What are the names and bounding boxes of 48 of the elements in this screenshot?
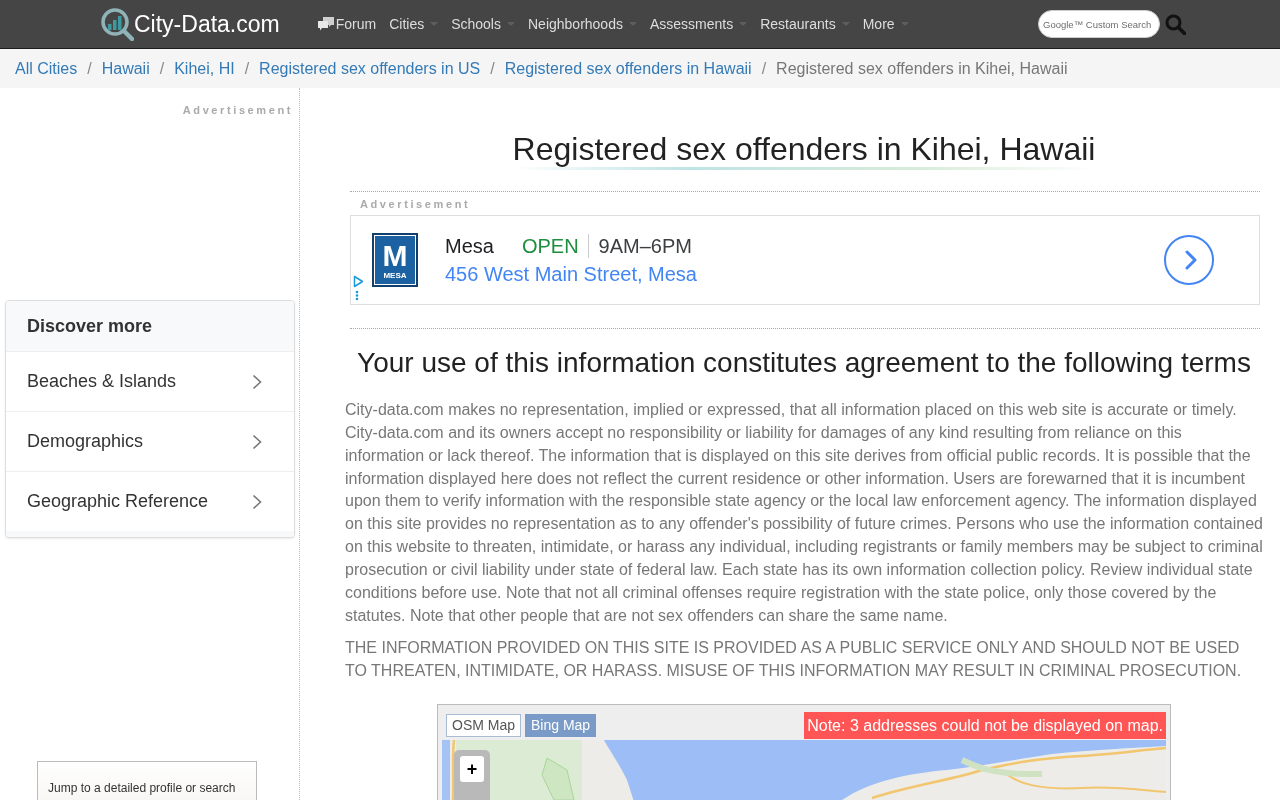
nav-link[interactable]: More [862,14,909,34]
breadcrumb-link[interactable]: All Cities [15,59,78,78]
nav-link[interactable]: Restaurants [760,14,850,34]
ad-choices-icon[interactable] [353,275,363,301]
terms-paragraph: City-data.com makes no representation, implied or expressed, that all information placed on this web site is accurate or timely. City-data.com and its owners accept no responsibility or liability for damages of any kind resulting from reliance on this information or lack thereof. The information that is displayed on this site derives from official public records. It is possible that the information displayed here does not reflect the current residence or other information. Users are forewarned that it is incumbent upon them to verify information with the responsible state agency or the local law enforcement agency. The information displayed on this site provides no representation as to any offender's possibility of future crimes. Persons who use the information contained on this website to threaten, intimidate, or harass any individual, including registrants or family members may be subject to criminal prosecution or civil liability under state of federal law. Each state has its own information collection policy. Review individual state conditions before use. Note that not all criminal offenses require registration with the state police, only those covered by the statutes. Note that other people that are not sex offenders can share the same name. [345,400,1263,626]
business-name: Mesa [445,234,494,258]
advertisement-label: Advertisement [182,104,293,116]
chat-bubbles-icon [317,17,334,31]
jump-prompt: Jump to a detailed profile or search [48,781,236,795]
open-status: OPEN [521,234,579,258]
map-tab[interactable]: OSM Map [446,713,521,737]
chevron-right-icon [252,433,262,450]
opening-hours: 9AM–6PM [598,234,692,258]
map-note: Note: 3 addresses could not be displayed on map. [804,711,1166,739]
nav-link[interactable]: Schools [451,14,515,34]
breadcrumb-link[interactable]: Registered sex offenders in Hawaii [504,59,752,78]
nav-link[interactable]: Neighborhoods [528,14,637,34]
discover-item[interactable]: Demographics [6,411,294,471]
nav-link[interactable]: Assessments [649,14,748,34]
zoom-in-button[interactable]: + [460,756,484,783]
breadcrumb-current-page: Registered sex offenders in Kihei, Hawaii [776,59,1068,78]
nav-link[interactable]: Forum [317,14,377,34]
business-address[interactable]: 456 West Main Street, Mesa [445,261,697,287]
chevron-right-icon [252,373,262,390]
next-button[interactable] [1164,235,1214,285]
search-field[interactable]: Google™ Custom Search [1038,10,1160,38]
breadcrumb-link[interactable]: Registered sex offenders in US [259,59,481,78]
search-icon[interactable] [1165,13,1186,35]
site-logo-text[interactable]: City-Data.com [134,10,280,38]
breadcrumb-separator: / [86,59,93,78]
breadcrumb-separator: / [760,59,768,78]
logo-letter: M [382,240,408,271]
chevron-right-icon [252,493,262,510]
breadcrumb-link[interactable]: Hawaii [101,59,150,78]
nav-link[interactable]: Cities [389,14,439,34]
breadcrumb-separator: / [158,59,166,78]
discover-heading: Discover more [6,301,294,351]
ad-banner[interactable]: M MESA Mesa OPEN 9AM–6PM 456 West Main Street, Mesa [350,215,1260,305]
breadcrumb-link[interactable]: Kihei, HI [174,59,235,78]
discover-item[interactable]: Beaches & Islands [6,351,294,411]
terms-paragraph: THE INFORMATION PROVIDED ON THIS SITE IS PROVIDED AS A PUBLIC SERVICE ONLY AND SHOULD NOT BE USED TO THREATEN, INTIMIDATE, OR HARASS. MISUSE OF THIS INFORMATION MAY RESULT IN CRIMINAL PROSECUTION. [345,638,1243,682]
advertisement-label: Advertisement [359,198,472,211]
terms-heading: Your use of this information constitutes agreement to the following terms [356,347,1252,379]
chevron-right-icon [1184,250,1197,270]
logo-word: MESA [383,270,407,280]
breadcrumb-separator: / [243,59,251,78]
breadcrumb-separator: / [489,59,496,78]
magnifier-chart-icon[interactable] [100,7,134,41]
